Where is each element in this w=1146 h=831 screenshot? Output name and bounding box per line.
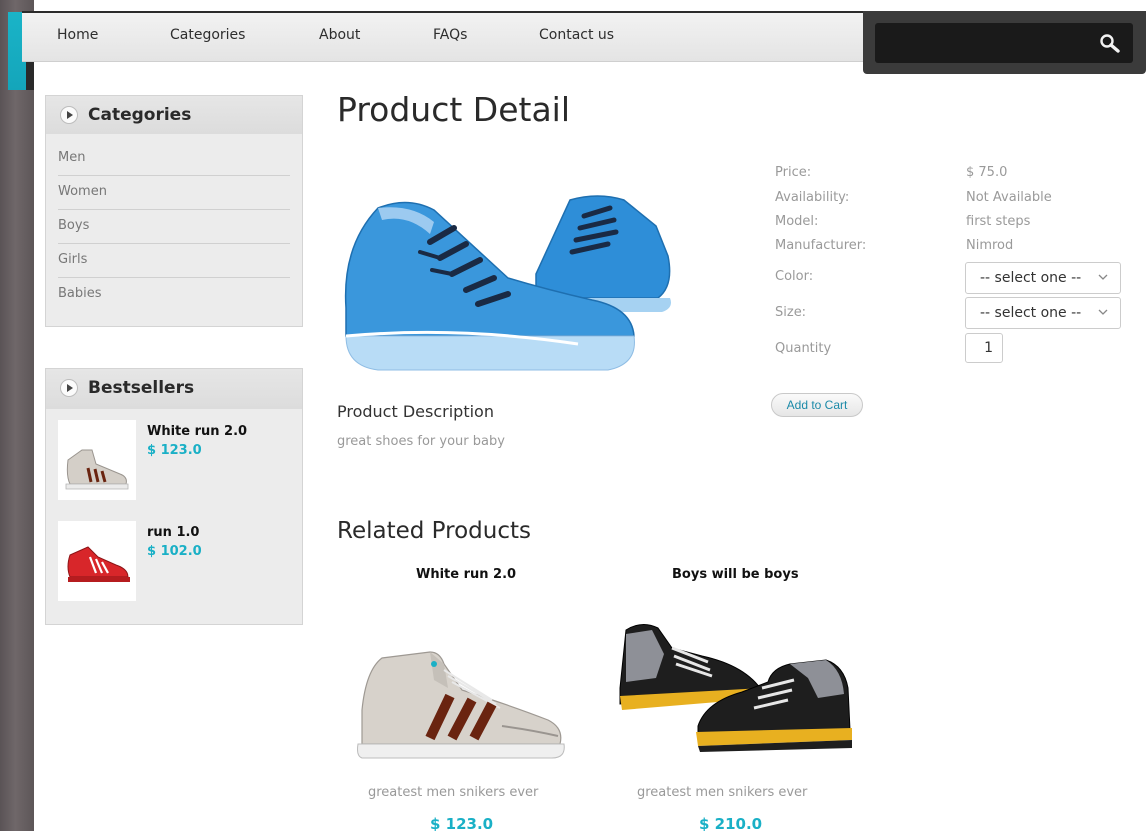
manufacturer-value: Nimrod bbox=[966, 238, 1014, 253]
bestsellers-panel: Bestsellers White run 2.0 $ 123.0 run 1.… bbox=[45, 368, 303, 625]
availability-label: Availability: bbox=[775, 190, 850, 205]
chevron-down-icon bbox=[1098, 309, 1108, 315]
search-field-wrapper bbox=[875, 23, 1133, 63]
bestseller-price: $ 123.0 bbox=[147, 443, 202, 458]
related-product-name[interactable]: White run 2.0 bbox=[416, 567, 516, 582]
related-product-price: $ 123.0 bbox=[430, 815, 494, 831]
category-list: Men Women Boys Girls Babies bbox=[46, 142, 302, 312]
strip-notch bbox=[26, 60, 34, 90]
bestseller-thumbnail[interactable] bbox=[58, 521, 136, 601]
color-select-value: -- select one -- bbox=[980, 270, 1082, 286]
nav-faqs[interactable]: FAQs bbox=[433, 27, 467, 43]
model-label: Model: bbox=[775, 214, 819, 229]
size-select[interactable]: -- select one -- bbox=[965, 297, 1121, 329]
add-to-cart-button[interactable]: Add to Cart bbox=[771, 393, 863, 417]
product-description-text: great shoes for your baby bbox=[337, 434, 505, 449]
category-item-men[interactable]: Men bbox=[58, 142, 290, 176]
color-select[interactable]: -- select one -- bbox=[965, 262, 1121, 294]
categories-header: Categories bbox=[46, 96, 302, 134]
white-sneaker-image bbox=[65, 449, 129, 490]
price-value: $ 75.0 bbox=[966, 165, 1008, 180]
expand-arrow-icon bbox=[60, 106, 78, 124]
bestsellers-header: Bestsellers bbox=[46, 369, 302, 409]
model-value: first steps bbox=[966, 214, 1031, 229]
category-item-boys[interactable]: Boys bbox=[58, 210, 290, 244]
related-product-name[interactable]: Boys will be boys bbox=[672, 567, 799, 582]
price-label: Price: bbox=[775, 165, 812, 180]
expand-arrow-icon bbox=[60, 379, 78, 397]
bestseller-name[interactable]: White run 2.0 bbox=[147, 424, 247, 439]
nav-contact-us[interactable]: Contact us bbox=[539, 27, 614, 43]
nav-home[interactable]: Home bbox=[57, 27, 98, 43]
related-product-image[interactable] bbox=[352, 640, 570, 762]
categories-title: Categories bbox=[88, 105, 192, 125]
red-sneaker-image bbox=[67, 546, 130, 582]
chevron-down-icon bbox=[1098, 274, 1108, 280]
bestseller-name[interactable]: run 1.0 bbox=[147, 525, 199, 540]
related-product-description: greatest men snikers ever bbox=[368, 785, 539, 800]
bestseller-price: $ 102.0 bbox=[147, 544, 202, 559]
size-select-value: -- select one -- bbox=[980, 305, 1082, 321]
bestseller-thumbnail[interactable] bbox=[58, 420, 136, 500]
bestsellers-title: Bestsellers bbox=[88, 378, 195, 398]
availability-value: Not Available bbox=[966, 190, 1052, 205]
top-navigation: Home Categories About FAQs Contact us bbox=[22, 11, 868, 62]
product-description-title: Product Description bbox=[337, 402, 494, 421]
bestseller-item[interactable]: White run 2.0 $ 123.0 bbox=[46, 409, 302, 510]
search-icon[interactable] bbox=[1099, 33, 1121, 53]
nav-about[interactable]: About bbox=[319, 27, 360, 43]
quantity-label: Quantity bbox=[775, 341, 832, 356]
related-product-image[interactable] bbox=[612, 618, 858, 756]
related-product-description: greatest men snikers ever bbox=[637, 785, 808, 800]
search-input[interactable] bbox=[875, 23, 1085, 63]
category-item-women[interactable]: Women bbox=[58, 176, 290, 210]
related-product-price: $ 210.0 bbox=[699, 815, 763, 831]
product-image bbox=[344, 195, 671, 371]
category-item-babies[interactable]: Babies bbox=[58, 278, 290, 312]
left-decorative-strip bbox=[0, 0, 34, 831]
size-label: Size: bbox=[775, 305, 807, 320]
nav-categories[interactable]: Categories bbox=[170, 27, 245, 43]
category-item-girls[interactable]: Girls bbox=[58, 244, 290, 278]
page-title: Product Detail bbox=[337, 90, 570, 129]
manufacturer-label: Manufacturer: bbox=[775, 238, 867, 253]
bestseller-item[interactable]: run 1.0 $ 102.0 bbox=[46, 510, 302, 611]
quantity-input[interactable]: 1 bbox=[965, 333, 1003, 363]
search-bar bbox=[863, 11, 1146, 74]
categories-panel: Categories Men Women Boys Girls Babies bbox=[45, 95, 303, 327]
color-label: Color: bbox=[775, 269, 814, 284]
related-products-title: Related Products bbox=[337, 518, 531, 544]
